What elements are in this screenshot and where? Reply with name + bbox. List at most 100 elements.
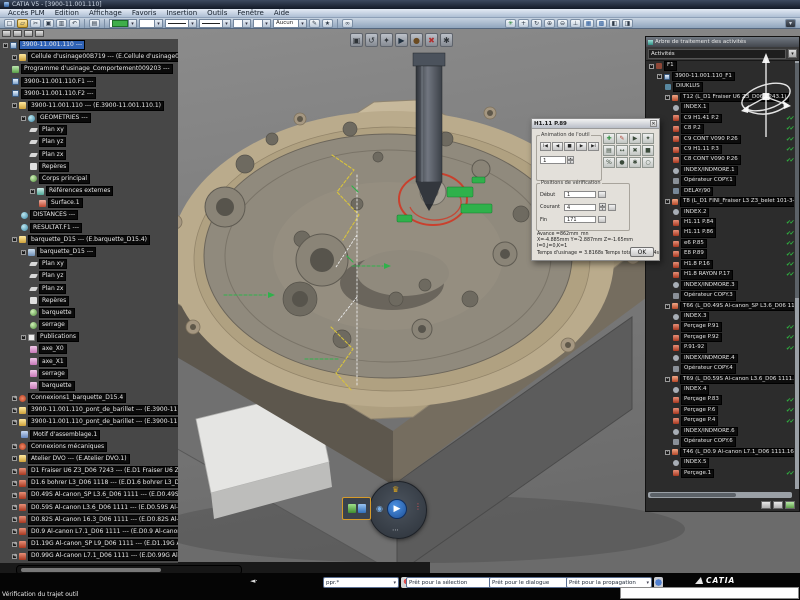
tree-item[interactable]: +D0.99G Al-canon L7.1_D06 1111 --- (E.D0… — [0, 550, 178, 562]
activity-item-label[interactable]: Opérateur COPY.4 — [681, 364, 736, 374]
tree-item[interactable]: Repères — [0, 295, 178, 307]
play-icon[interactable]: ▶ — [387, 499, 407, 519]
document-tab[interactable] — [35, 30, 44, 37]
audio-icon[interactable]: ◄· — [250, 577, 258, 585]
ok-button[interactable]: OK — [630, 247, 654, 257]
activity-item-label[interactable]: INDEX.3 — [681, 312, 709, 322]
scrollbar-thumb[interactable] — [795, 63, 799, 298]
tree-item[interactable]: Surface.1 — [0, 197, 178, 209]
activity-item[interactable]: INDEX.5 — [647, 458, 794, 468]
tree-item[interactable]: Repères — [0, 161, 178, 173]
activity-item[interactable]: Perçage P.83✔✔ — [647, 395, 794, 405]
tree-horizontal-scrollbar[interactable] — [16, 565, 242, 573]
tree-item[interactable]: - Références externes — [0, 185, 178, 197]
tree-item-label[interactable]: Repères — [39, 162, 69, 172]
snapshot-icon[interactable]: ✦ — [642, 133, 654, 144]
tree-item-label[interactable]: DISTANCES --- — [30, 210, 78, 220]
tree-item-label[interactable]: D0.9 Al-canon L7.1_D06 1111 --- (E.D0.9 … — [28, 527, 178, 537]
new-document-icon[interactable]: □ — [4, 19, 15, 28]
tree-item-label[interactable]: barquette — [39, 381, 75, 391]
current-field[interactable]: 4 — [564, 204, 596, 211]
activity-item-label[interactable]: E8 P.89 — [681, 249, 707, 259]
activity-item[interactable]: e6 P.85✔✔ — [647, 238, 794, 248]
collapse-icon[interactable]: - — [30, 189, 35, 194]
tree-item-label[interactable]: 3900-11.001.110.F1 --- — [21, 77, 96, 87]
zoom-in-icon[interactable]: ⊕ — [544, 19, 555, 28]
step-counter-spinner[interactable]: ▴▾ — [567, 156, 574, 164]
render-style-icon[interactable]: ◨ — [622, 19, 633, 28]
tree-item[interactable]: serrage — [0, 319, 178, 331]
menu-aide[interactable]: Aide — [274, 9, 289, 17]
activity-item-label[interactable]: INDEX/INDMORE.3 — [681, 281, 738, 291]
activity-item-label[interactable]: Perçage P.4 — [681, 416, 718, 426]
line-type-select[interactable]: ▾ — [199, 19, 231, 28]
palette-sim-icon[interactable] — [348, 504, 356, 513]
activity-item-label[interactable]: DELAY/90 — [681, 187, 713, 197]
multi-window-icon[interactable]: ▦ — [583, 19, 594, 28]
activity-item-label[interactable]: Perçage P.91 — [681, 322, 722, 332]
paint-icon[interactable]: ✎ — [309, 19, 320, 28]
tree-item-label[interactable]: D1.6 bohrer L3_D06 1118 --- (E.D1.6 bohr… — [28, 478, 178, 488]
tree-item[interactable]: barquette — [0, 380, 178, 392]
activity-item-label[interactable]: H1.11 P.84 — [681, 218, 716, 228]
menu-fen-tre[interactable]: Fenêtre — [237, 9, 263, 17]
expand-icon[interactable]: + — [12, 396, 17, 401]
menu-edition[interactable]: Edition — [55, 9, 79, 17]
remove-chips-icon[interactable]: ● — [616, 157, 628, 168]
activity-item[interactable]: Perçage P.6✔✔ — [647, 405, 794, 415]
menu-outils[interactable]: Outils — [207, 9, 227, 17]
panel-confirm-button[interactable] — [785, 501, 795, 509]
tree-item-label[interactable]: Plan zx — [39, 284, 66, 294]
player-bottom-icon[interactable]: ⋯ — [392, 526, 399, 534]
tree-item[interactable]: +3900-11.001.110_pont_de_barillet --- (E… — [0, 416, 178, 428]
replay-icon[interactable]: ↺ — [365, 33, 378, 47]
document-tab[interactable] — [13, 30, 22, 37]
play-forward-button[interactable]: ▶ — [576, 142, 587, 151]
dropdown-arrow-icon[interactable]: ▾ — [128, 20, 136, 27]
tree-item[interactable]: -barquette_D15 --- — [0, 246, 178, 258]
opacity-select[interactable]: ▾ — [139, 19, 163, 28]
activity-item-label[interactable]: INDEX.1 — [681, 103, 709, 113]
tree-item[interactable]: Plan yz — [0, 136, 178, 148]
tree-item-label[interactable]: Plan xy — [39, 259, 67, 269]
tree-item-label[interactable]: Références externes — [46, 186, 113, 196]
tree-item[interactable]: -3900-11.001.110 --- — [0, 39, 178, 51]
activity-item[interactable]: INDEX/INDMORE.4 — [647, 353, 794, 363]
tree-item-label[interactable]: D1.19G Al-canon_SP L9_D06 1111 --- (E.D1… — [28, 539, 178, 549]
stop-point-icon[interactable]: ■ — [642, 145, 654, 156]
activity-item-label[interactable]: INDEX/INDMORE.6 — [681, 427, 738, 437]
dropdown-arrow-icon[interactable]: ▾ — [154, 20, 162, 27]
paste-icon[interactable]: ▥ — [56, 19, 67, 28]
go-to-start-button[interactable]: I◀ — [540, 142, 551, 151]
document-tab[interactable] — [2, 30, 11, 37]
status-field[interactable]: Prêt pour la sélection▾ — [406, 577, 498, 588]
tree-item[interactable]: Programme d'usinage_Comportement009203 -… — [0, 63, 178, 75]
dropdown-arrow-icon[interactable]: ▾ — [391, 580, 396, 586]
tree-item[interactable]: +3900-11.001.110_pont_de_barillet --- (E… — [0, 404, 178, 416]
activity-item-label[interactable]: Perçage P.92 — [681, 333, 722, 343]
tree-item[interactable]: Plan yz — [0, 270, 178, 282]
activity-item-label[interactable]: C9 CONT V090 P.26 — [681, 135, 741, 145]
loop-icon[interactable]: ○ — [642, 157, 654, 168]
activity-item[interactable]: Perçage P.4✔✔ — [647, 416, 794, 426]
tree-item[interactable]: RESULTAT.F1 --- — [0, 222, 178, 234]
activity-item[interactable]: INDEX.3 — [647, 312, 794, 322]
edit-state-icon[interactable]: ✎ — [616, 133, 628, 144]
save-video-icon[interactable]: ▶ — [629, 133, 641, 144]
tree-item[interactable]: +D0.49S Al-canon_SP L3.6_D06 1111 --- (E… — [0, 489, 178, 501]
close-icon[interactable]: ✕ — [650, 120, 657, 127]
analysis-icon[interactable]: ✱ — [440, 33, 453, 47]
simulation-player[interactable]: ♛ ◉ ⋮ ⋯ ▶ — [369, 481, 427, 539]
expand-icon[interactable]: + — [12, 542, 17, 547]
tree-item[interactable]: 3900-11.001.110.F2 --- — [0, 88, 178, 100]
wizard-icon[interactable]: ★ — [322, 19, 333, 28]
tree-item-label[interactable]: 3900-11.001.110_pont_de_barillet --- (E.… — [28, 417, 178, 427]
activity-item[interactable]: Opérateur COPY.1 — [647, 176, 794, 186]
activity-item-label[interactable]: T8 (L_D1 FINI_Fraiser L3 Z3_belet 101-3-… — [680, 197, 794, 207]
dialog-title-bar[interactable]: H1.11 P.89 ✕ — [532, 119, 659, 129]
tree-item-label[interactable]: Programme d'usinage_Comportement009203 -… — [21, 64, 173, 74]
activity-item[interactable]: H1.8 P.16✔✔ — [647, 259, 794, 269]
tree-item-label[interactable]: RESULTAT.F1 --- — [30, 223, 82, 233]
layer-select[interactable]: ▾ — [253, 19, 271, 28]
expand-icon[interactable]: + — [12, 420, 17, 425]
